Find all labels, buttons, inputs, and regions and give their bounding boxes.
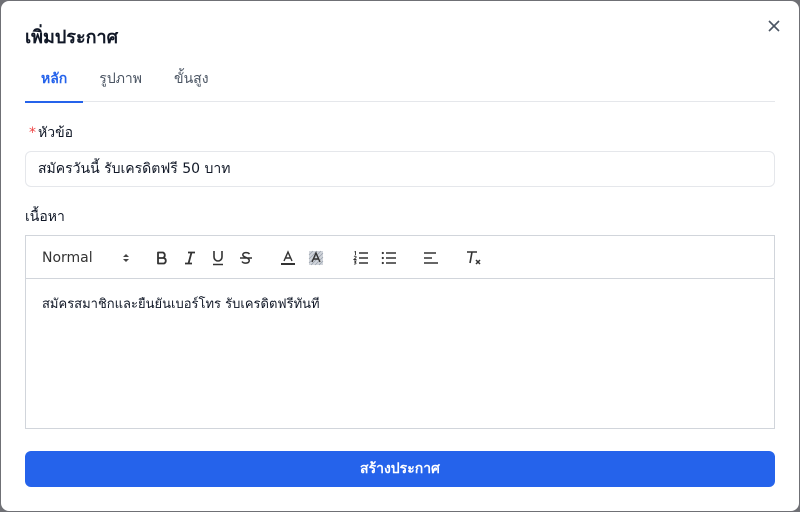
background-color-button[interactable] — [308, 248, 324, 268]
announcement-dialog: เพิ่มประกาศ หลัก รูปภาพ ขั้นสูง * หัวข้อ … — [1, 1, 799, 511]
ordered-list-icon — [353, 251, 368, 265]
bold-icon — [157, 251, 167, 265]
italic-icon — [185, 251, 195, 265]
italic-button[interactable] — [182, 248, 198, 268]
title-label-text: หัวข้อ — [38, 125, 74, 141]
text-color-icon — [281, 250, 295, 265]
dialog-title: เพิ่มประกาศ — [25, 27, 119, 48]
required-marker: * — [29, 125, 36, 141]
tab-advanced[interactable]: ขั้นสูง — [158, 59, 225, 102]
underline-icon — [213, 251, 223, 266]
rich-text-editor: Normal สมัครสมาชิกและยืนยันเบอร์โทร รับเ… — [25, 235, 775, 429]
strikethrough-button[interactable] — [238, 248, 254, 268]
strikethrough-icon — [240, 251, 252, 264]
bullet-list-icon — [381, 251, 396, 265]
format-select[interactable]: Normal — [42, 248, 130, 268]
tab-images[interactable]: รูปภาพ — [83, 59, 158, 102]
editor-content[interactable]: สมัครสมาชิกและยืนยันเบอร์โทร รับเครดิตฟร… — [26, 279, 774, 328]
align-left-icon — [424, 252, 438, 264]
title-field-label: * หัวข้อ — [29, 122, 73, 144]
select-arrows-icon — [123, 254, 129, 262]
format-select-value: Normal — [42, 250, 93, 266]
create-announcement-button[interactable]: สร้างประกาศ — [25, 451, 775, 487]
background-color-icon — [308, 250, 324, 266]
clear-format-button[interactable] — [465, 248, 483, 268]
content-field-label: เนื้อหา — [25, 209, 65, 225]
align-button[interactable] — [422, 248, 440, 268]
close-icon — [768, 20, 780, 32]
title-input[interactable] — [25, 151, 775, 187]
editor-toolbar: Normal — [26, 236, 774, 279]
clear-format-icon — [467, 251, 481, 265]
tab-main[interactable]: หลัก — [25, 59, 84, 103]
text-color-button[interactable] — [280, 248, 296, 268]
tab-bar: หลัก รูปภาพ ขั้นสูง — [25, 59, 775, 103]
ordered-list-button[interactable] — [352, 248, 370, 268]
underline-button[interactable] — [210, 248, 226, 268]
bullet-list-button[interactable] — [380, 248, 398, 268]
bold-button[interactable] — [154, 248, 170, 268]
close-button[interactable] — [763, 15, 785, 37]
